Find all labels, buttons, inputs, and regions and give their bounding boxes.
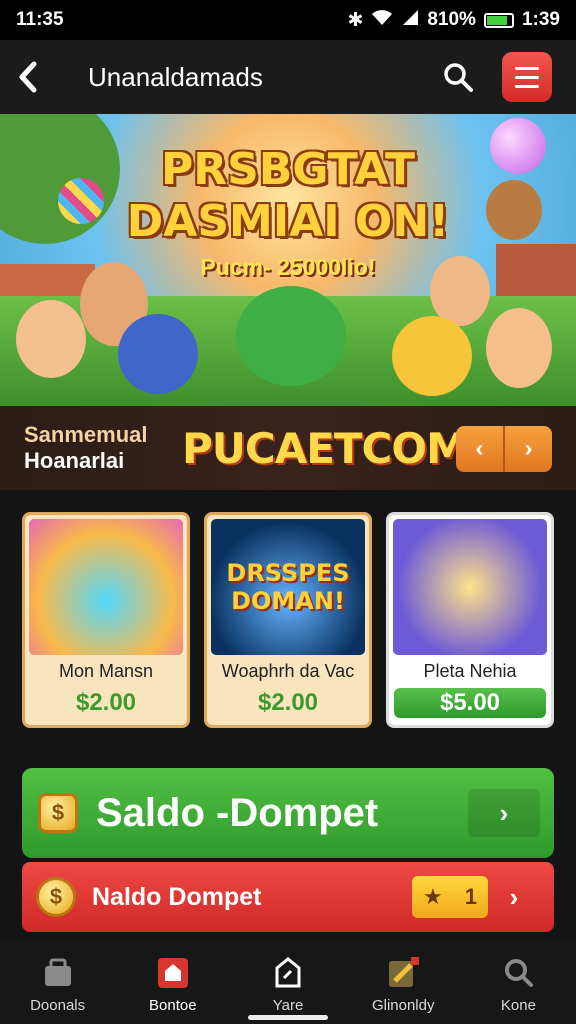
back-button[interactable] (0, 40, 56, 114)
status-time-left: 11:35 (16, 9, 64, 30)
person-icon (498, 953, 538, 993)
nav-item-kone[interactable]: Kone (461, 942, 576, 1024)
wifi-icon (371, 8, 393, 32)
page-title: Unanaldamads (88, 61, 263, 92)
thumbnail-text-2: DOMAN! (231, 587, 345, 615)
character-yellow-creature (392, 316, 472, 396)
game-price-button[interactable]: $5.00 (394, 688, 546, 718)
nav-item-yare[interactable]: Yare (230, 942, 345, 1024)
menu-button[interactable] (502, 52, 552, 102)
coin-icon: $ (38, 793, 78, 833)
star-count: 1 (464, 884, 477, 909)
search-button[interactable] (434, 53, 482, 101)
character-kid (16, 300, 86, 378)
bluetooth-icon: ✱ (347, 9, 364, 31)
coin-icon: $ (36, 877, 76, 917)
battery-percent: 810% (427, 9, 476, 30)
naldo-dompet-button[interactable]: $ Naldo Dompet ★ 1 › (22, 862, 554, 932)
promo-label-1: Sanmemual (24, 422, 148, 447)
battery-icon (483, 12, 514, 28)
character-man-right (486, 308, 552, 388)
chevron-right-icon: › (468, 789, 540, 837)
character-green-creature (236, 286, 346, 386)
status-time-right: 1:39 (521, 9, 560, 30)
character-blue-creature (118, 314, 198, 394)
game-card[interactable]: Pleta Nehia $5.00 (386, 512, 554, 728)
saldo-dompet-label: Saldo -Dompet (96, 790, 379, 835)
game-thumbnail: DRSSPES DOMAN! (211, 519, 365, 655)
status-indicators: ✱ 810% 1:39 (347, 8, 560, 32)
game-card-list: Mon Mansn $2.00 DRSSPES DOMAN! Woaphrh d… (22, 512, 554, 728)
nav-label: Doonals (30, 996, 86, 1014)
star-icon: ★ (423, 884, 443, 909)
hero-title-line2: DASMIAI ON! (126, 196, 450, 247)
game-name: Mon Mansn (58, 661, 154, 681)
hero-title-line1: PRSBGTAT (161, 144, 415, 195)
nav-item-glinonldy[interactable]: Glinonldy (346, 942, 461, 1024)
game-card[interactable]: Mon Mansn $2.00 (22, 512, 190, 728)
game-thumbnail (393, 519, 547, 655)
game-card[interactable]: DRSSPES DOMAN! Woaphrh da Vac $2.00 (204, 512, 372, 728)
promo-labels: Sanmemual Hoanarlai (24, 422, 174, 474)
menu-icon (515, 66, 539, 70)
star-badge: ★ 1 (412, 876, 488, 918)
promo-prev-button[interactable]: ‹ (456, 426, 503, 472)
bottom-nav: Doonals Bontoe Yare Glinonldy Kone (0, 942, 576, 1024)
promo-next-button[interactable]: › (503, 426, 552, 472)
nav-label: Glinonldy (371, 996, 435, 1014)
promo-headline: PUCAETCOM (182, 423, 468, 473)
chevron-left-icon (19, 61, 37, 93)
hero-banner[interactable]: PRSBGTAT DASMIAI ON! Pucm- 25000lio! (0, 114, 576, 406)
app-header: Unanaldamads (0, 40, 576, 114)
game-thumbnail (29, 519, 183, 655)
nav-item-bontoe[interactable]: Bontoe (115, 942, 230, 1024)
game-name: Pleta Nehia (423, 661, 517, 681)
nav-label: Kone (500, 996, 536, 1014)
game-name: Woaphrh da Vac (221, 661, 355, 681)
home-indicator[interactable] (248, 1015, 328, 1020)
search-icon (444, 63, 473, 92)
promo-strip: Sanmemual Hoanarlai PUCAETCOM ‹ › (0, 406, 576, 490)
pencil-icon (383, 953, 423, 993)
note-icon (268, 953, 308, 993)
saldo-dompet-button[interactable]: $ Saldo -Dompet › (22, 768, 554, 858)
naldo-dompet-label: Naldo Dompet (92, 882, 262, 911)
promo-label-2: Hoanarlai (24, 448, 125, 473)
hero-subtitle: Pucm- 25000lio! (200, 254, 376, 280)
status-bar: 11:35 ✱ 810% 1:39 (0, 0, 576, 40)
home-icon (153, 953, 193, 993)
game-price: $2.00 (257, 689, 319, 716)
bag-icon (38, 953, 78, 993)
game-price: $2.00 (75, 689, 137, 716)
nav-label: Yare (272, 996, 304, 1014)
thumbnail-text-1: DRSSPES (226, 559, 350, 587)
signal-icon (401, 8, 419, 32)
promo-carousel-controls: ‹ › (456, 426, 552, 472)
nav-item-doonals[interactable]: Doonals (0, 942, 115, 1024)
chevron-right-icon: › (509, 881, 519, 912)
nav-label: Bontoe (149, 996, 197, 1014)
